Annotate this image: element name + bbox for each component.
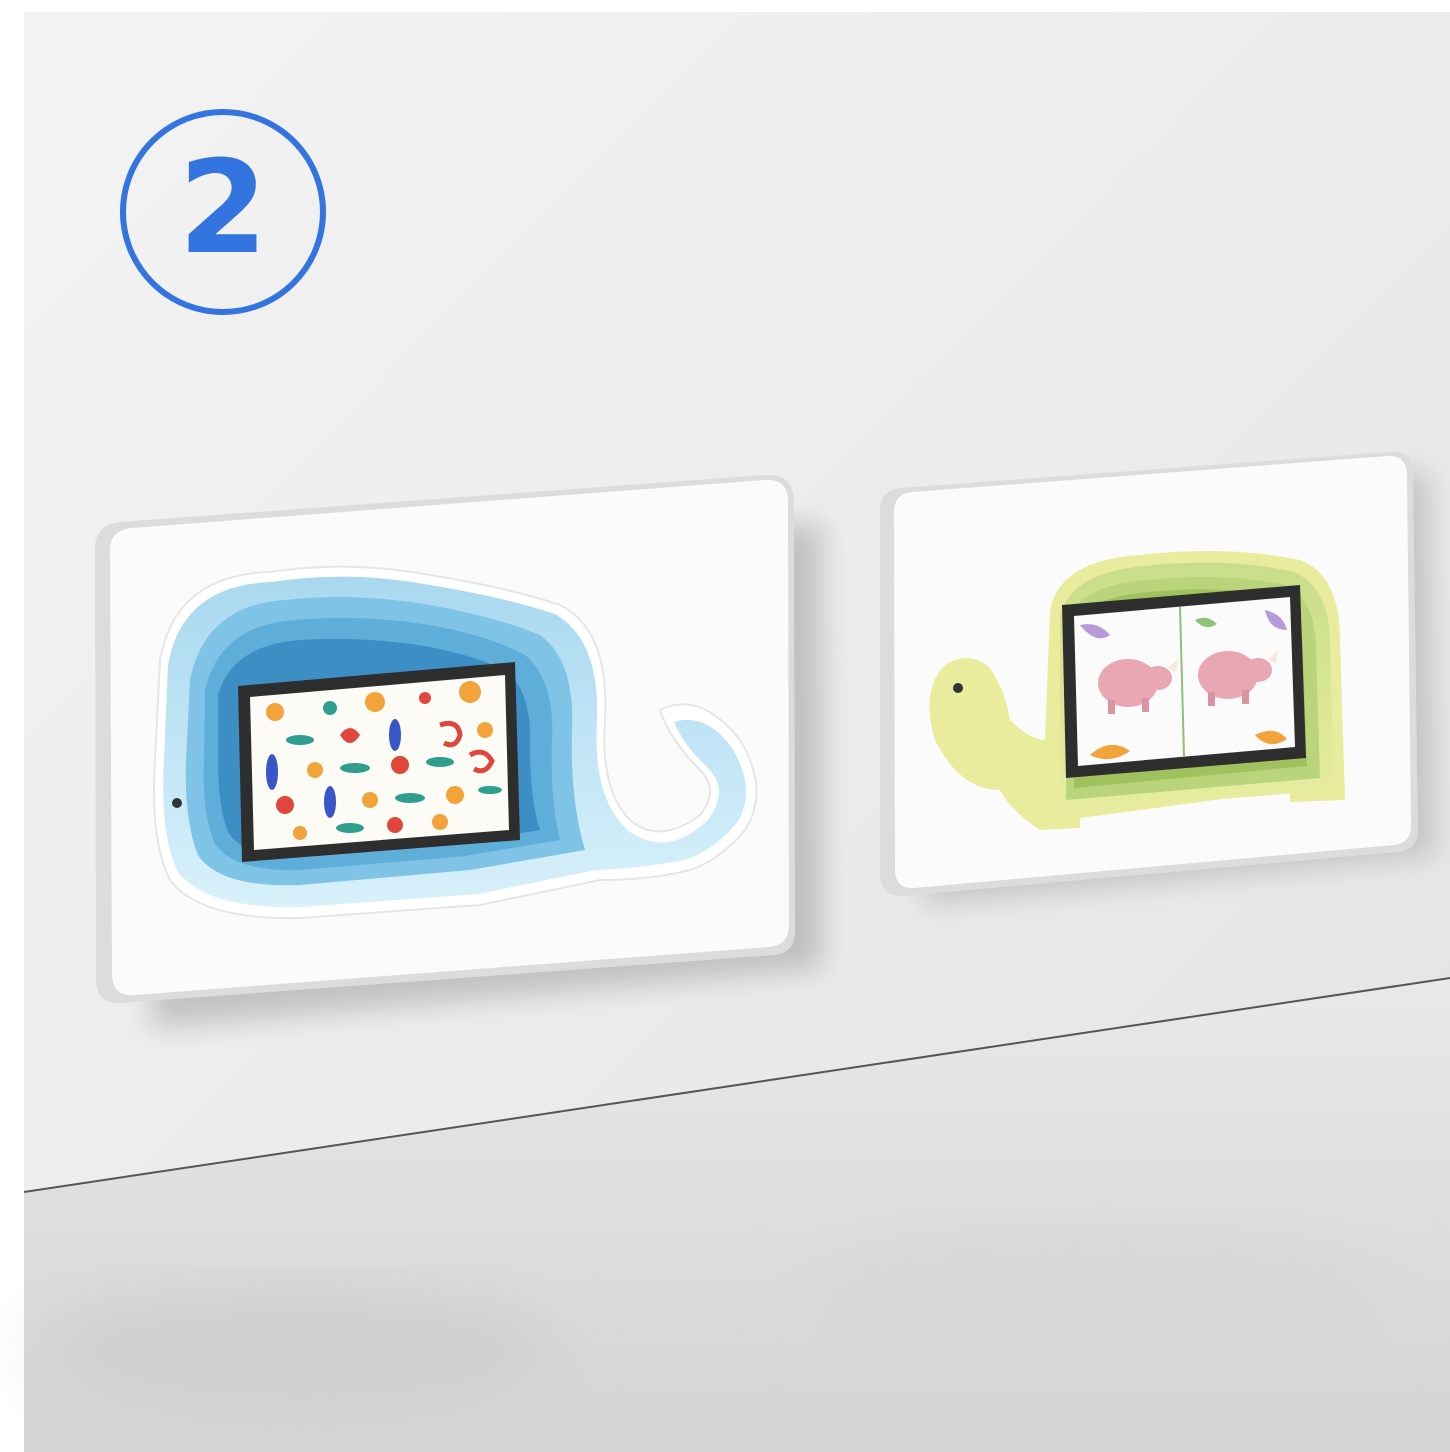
- turtle-eye: [953, 683, 963, 693]
- photo-scene: 2: [0, 0, 1450, 1452]
- step-number-badge: 2: [120, 109, 326, 315]
- whale-eye: [172, 798, 182, 808]
- whale-kiosk: [95, 474, 822, 1028]
- step-number: 2: [178, 134, 268, 283]
- turtle-kiosk: [880, 451, 1433, 904]
